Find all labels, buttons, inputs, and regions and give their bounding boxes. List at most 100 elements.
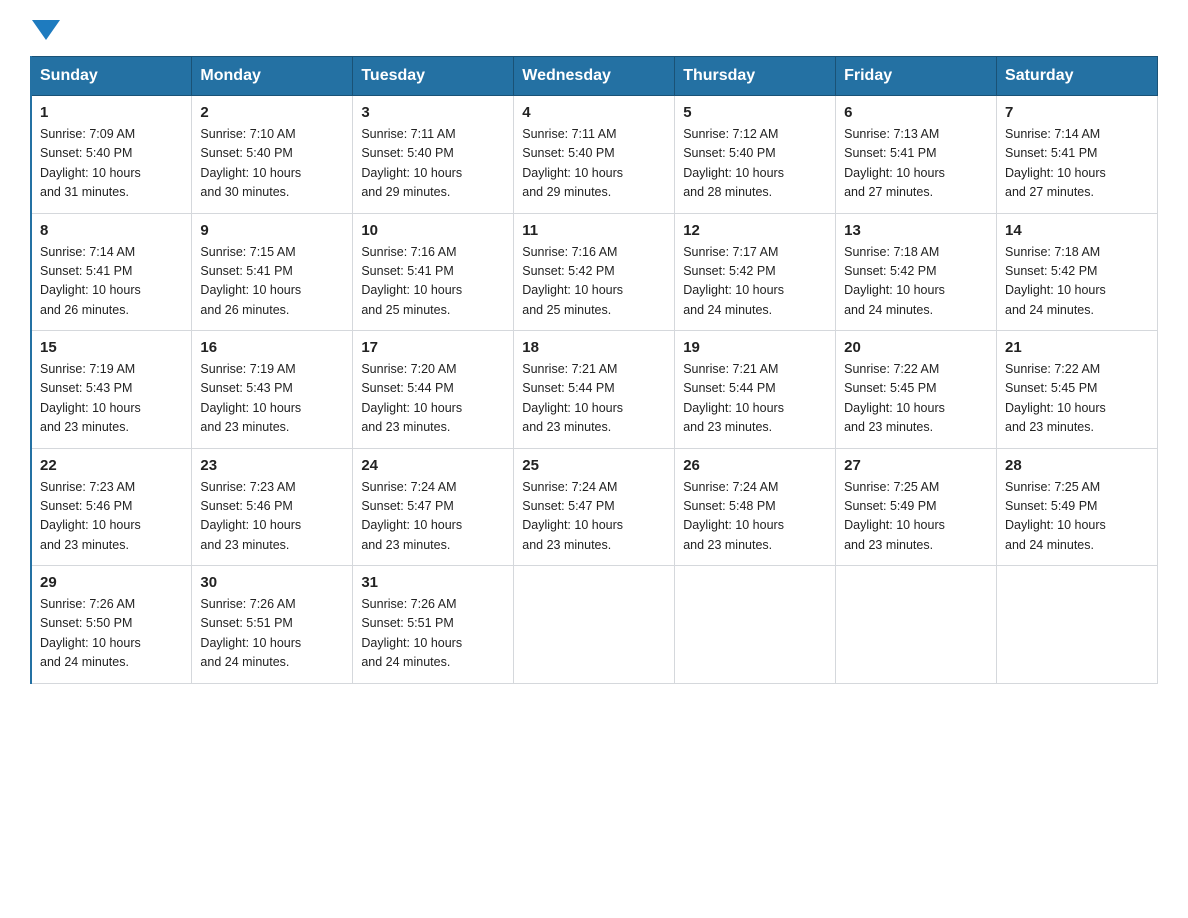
calendar-cell <box>514 566 675 684</box>
calendar-cell: 19 Sunrise: 7:21 AMSunset: 5:44 PMDaylig… <box>675 331 836 449</box>
day-info: Sunrise: 7:11 AMSunset: 5:40 PMDaylight:… <box>522 127 623 199</box>
day-number: 9 <box>200 222 344 239</box>
day-number: 24 <box>361 457 505 474</box>
calendar-cell: 8 Sunrise: 7:14 AMSunset: 5:41 PMDayligh… <box>31 213 192 331</box>
day-number: 29 <box>40 574 183 591</box>
calendar-cell: 9 Sunrise: 7:15 AMSunset: 5:41 PMDayligh… <box>192 213 353 331</box>
page-header <box>30 20 1158 38</box>
header-friday: Friday <box>836 57 997 96</box>
day-number: 14 <box>1005 222 1149 239</box>
week-row-4: 22 Sunrise: 7:23 AMSunset: 5:46 PMDaylig… <box>31 448 1158 566</box>
day-info: Sunrise: 7:25 AMSunset: 5:49 PMDaylight:… <box>1005 480 1106 552</box>
calendar-cell: 29 Sunrise: 7:26 AMSunset: 5:50 PMDaylig… <box>31 566 192 684</box>
calendar-cell: 6 Sunrise: 7:13 AMSunset: 5:41 PMDayligh… <box>836 96 997 214</box>
header-wednesday: Wednesday <box>514 57 675 96</box>
day-number: 23 <box>200 457 344 474</box>
day-number: 6 <box>844 104 988 121</box>
calendar-cell: 20 Sunrise: 7:22 AMSunset: 5:45 PMDaylig… <box>836 331 997 449</box>
day-info: Sunrise: 7:26 AMSunset: 5:51 PMDaylight:… <box>200 597 301 669</box>
day-info: Sunrise: 7:24 AMSunset: 5:47 PMDaylight:… <box>522 480 623 552</box>
calendar-cell: 2 Sunrise: 7:10 AMSunset: 5:40 PMDayligh… <box>192 96 353 214</box>
day-info: Sunrise: 7:16 AMSunset: 5:42 PMDaylight:… <box>522 245 623 317</box>
calendar-cell <box>997 566 1158 684</box>
day-info: Sunrise: 7:25 AMSunset: 5:49 PMDaylight:… <box>844 480 945 552</box>
day-info: Sunrise: 7:10 AMSunset: 5:40 PMDaylight:… <box>200 127 301 199</box>
day-info: Sunrise: 7:19 AMSunset: 5:43 PMDaylight:… <box>200 362 301 434</box>
day-info: Sunrise: 7:21 AMSunset: 5:44 PMDaylight:… <box>522 362 623 434</box>
calendar-cell: 5 Sunrise: 7:12 AMSunset: 5:40 PMDayligh… <box>675 96 836 214</box>
day-number: 25 <box>522 457 666 474</box>
day-number: 18 <box>522 339 666 356</box>
header-monday: Monday <box>192 57 353 96</box>
calendar-cell: 12 Sunrise: 7:17 AMSunset: 5:42 PMDaylig… <box>675 213 836 331</box>
day-info: Sunrise: 7:26 AMSunset: 5:50 PMDaylight:… <box>40 597 141 669</box>
calendar-cell: 23 Sunrise: 7:23 AMSunset: 5:46 PMDaylig… <box>192 448 353 566</box>
day-number: 4 <box>522 104 666 121</box>
day-number: 3 <box>361 104 505 121</box>
calendar-cell: 27 Sunrise: 7:25 AMSunset: 5:49 PMDaylig… <box>836 448 997 566</box>
day-number: 20 <box>844 339 988 356</box>
day-info: Sunrise: 7:17 AMSunset: 5:42 PMDaylight:… <box>683 245 784 317</box>
day-number: 26 <box>683 457 827 474</box>
day-number: 11 <box>522 222 666 239</box>
day-number: 19 <box>683 339 827 356</box>
calendar-cell: 30 Sunrise: 7:26 AMSunset: 5:51 PMDaylig… <box>192 566 353 684</box>
day-info: Sunrise: 7:16 AMSunset: 5:41 PMDaylight:… <box>361 245 462 317</box>
day-info: Sunrise: 7:22 AMSunset: 5:45 PMDaylight:… <box>844 362 945 434</box>
day-info: Sunrise: 7:18 AMSunset: 5:42 PMDaylight:… <box>844 245 945 317</box>
calendar-cell: 25 Sunrise: 7:24 AMSunset: 5:47 PMDaylig… <box>514 448 675 566</box>
day-info: Sunrise: 7:15 AMSunset: 5:41 PMDaylight:… <box>200 245 301 317</box>
day-number: 8 <box>40 222 183 239</box>
day-number: 12 <box>683 222 827 239</box>
day-info: Sunrise: 7:11 AMSunset: 5:40 PMDaylight:… <box>361 127 462 199</box>
day-number: 28 <box>1005 457 1149 474</box>
calendar-cell: 22 Sunrise: 7:23 AMSunset: 5:46 PMDaylig… <box>31 448 192 566</box>
day-info: Sunrise: 7:24 AMSunset: 5:48 PMDaylight:… <box>683 480 784 552</box>
header-saturday: Saturday <box>997 57 1158 96</box>
header-thursday: Thursday <box>675 57 836 96</box>
calendar-cell: 7 Sunrise: 7:14 AMSunset: 5:41 PMDayligh… <box>997 96 1158 214</box>
calendar-cell: 28 Sunrise: 7:25 AMSunset: 5:49 PMDaylig… <box>997 448 1158 566</box>
day-number: 16 <box>200 339 344 356</box>
logo-arrow-icon <box>32 20 60 40</box>
calendar-cell: 13 Sunrise: 7:18 AMSunset: 5:42 PMDaylig… <box>836 213 997 331</box>
day-number: 21 <box>1005 339 1149 356</box>
calendar-cell: 1 Sunrise: 7:09 AMSunset: 5:40 PMDayligh… <box>31 96 192 214</box>
week-row-5: 29 Sunrise: 7:26 AMSunset: 5:50 PMDaylig… <box>31 566 1158 684</box>
calendar-cell: 16 Sunrise: 7:19 AMSunset: 5:43 PMDaylig… <box>192 331 353 449</box>
logo <box>30 20 60 38</box>
calendar-cell: 15 Sunrise: 7:19 AMSunset: 5:43 PMDaylig… <box>31 331 192 449</box>
day-number: 27 <box>844 457 988 474</box>
day-info: Sunrise: 7:22 AMSunset: 5:45 PMDaylight:… <box>1005 362 1106 434</box>
week-row-2: 8 Sunrise: 7:14 AMSunset: 5:41 PMDayligh… <box>31 213 1158 331</box>
day-info: Sunrise: 7:12 AMSunset: 5:40 PMDaylight:… <box>683 127 784 199</box>
calendar-cell: 10 Sunrise: 7:16 AMSunset: 5:41 PMDaylig… <box>353 213 514 331</box>
day-info: Sunrise: 7:26 AMSunset: 5:51 PMDaylight:… <box>361 597 462 669</box>
day-number: 31 <box>361 574 505 591</box>
day-number: 1 <box>40 104 183 121</box>
calendar-table: SundayMondayTuesdayWednesdayThursdayFrid… <box>30 56 1158 684</box>
day-info: Sunrise: 7:14 AMSunset: 5:41 PMDaylight:… <box>1005 127 1106 199</box>
day-info: Sunrise: 7:24 AMSunset: 5:47 PMDaylight:… <box>361 480 462 552</box>
calendar-cell <box>836 566 997 684</box>
calendar-cell: 11 Sunrise: 7:16 AMSunset: 5:42 PMDaylig… <box>514 213 675 331</box>
day-number: 15 <box>40 339 183 356</box>
day-info: Sunrise: 7:14 AMSunset: 5:41 PMDaylight:… <box>40 245 141 317</box>
day-number: 7 <box>1005 104 1149 121</box>
calendar-cell: 3 Sunrise: 7:11 AMSunset: 5:40 PMDayligh… <box>353 96 514 214</box>
day-info: Sunrise: 7:23 AMSunset: 5:46 PMDaylight:… <box>40 480 141 552</box>
calendar-cell: 24 Sunrise: 7:24 AMSunset: 5:47 PMDaylig… <box>353 448 514 566</box>
calendar-cell <box>675 566 836 684</box>
day-info: Sunrise: 7:13 AMSunset: 5:41 PMDaylight:… <box>844 127 945 199</box>
day-number: 22 <box>40 457 183 474</box>
calendar-header-row: SundayMondayTuesdayWednesdayThursdayFrid… <box>31 57 1158 96</box>
day-number: 30 <box>200 574 344 591</box>
day-number: 17 <box>361 339 505 356</box>
week-row-1: 1 Sunrise: 7:09 AMSunset: 5:40 PMDayligh… <box>31 96 1158 214</box>
calendar-cell: 18 Sunrise: 7:21 AMSunset: 5:44 PMDaylig… <box>514 331 675 449</box>
day-info: Sunrise: 7:18 AMSunset: 5:42 PMDaylight:… <box>1005 245 1106 317</box>
day-number: 5 <box>683 104 827 121</box>
day-info: Sunrise: 7:09 AMSunset: 5:40 PMDaylight:… <box>40 127 141 199</box>
calendar-cell: 14 Sunrise: 7:18 AMSunset: 5:42 PMDaylig… <box>997 213 1158 331</box>
calendar-cell: 17 Sunrise: 7:20 AMSunset: 5:44 PMDaylig… <box>353 331 514 449</box>
